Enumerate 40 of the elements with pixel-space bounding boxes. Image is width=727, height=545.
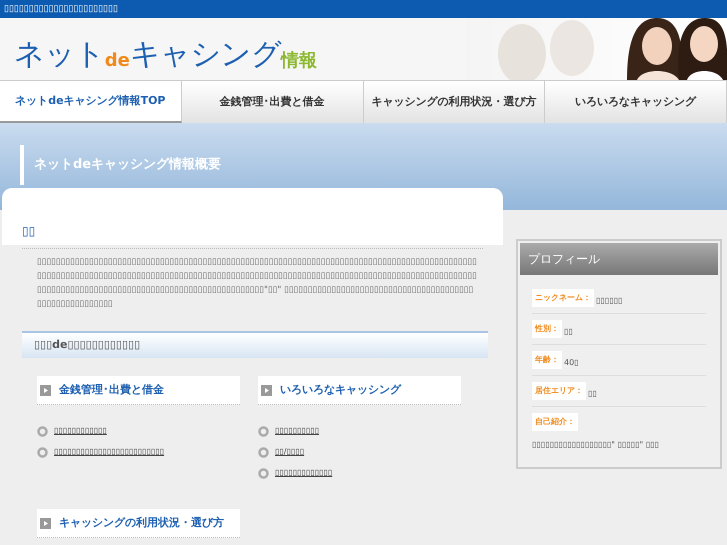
profile-value: ▯▯▯▯▯▯ <box>596 295 622 307</box>
category-title: キャッシングの利用状況・選び方 <box>59 514 224 531</box>
nav-tab[interactable]: キャッシングの利用状況・選び方 <box>364 81 546 123</box>
category-title: いろいろなキャッシング <box>280 382 401 398</box>
logo-text: キャシング <box>130 40 282 70</box>
banner-title: ネットdeキャッシング情報概要 <box>34 156 222 174</box>
article-link[interactable]: ▯▯▯▯▯▯▯▯▯▯▯▯ <box>54 425 107 437</box>
article-heading: ▯▯ <box>22 224 36 238</box>
play-icon <box>40 384 51 396</box>
logo-text: 情報 <box>281 52 318 70</box>
nav-tab[interactable]: 金銭管理･出費と借金 <box>182 81 364 123</box>
article-link[interactable]: ▯▯▯▯▯▯▯▯▯▯▯▯▯▯▯▯▯▯▯▯▯▯▯▯▯ <box>54 446 164 458</box>
nav-tab[interactable]: ネットdeキャシング情報TOP <box>0 81 182 123</box>
profile-value: 40▯ <box>564 357 579 369</box>
profile-label: 自己紹介： <box>532 413 578 431</box>
profile-label: 居住エリア： <box>532 382 586 400</box>
profile-value: ▯▯▯▯▯▯▯▯▯▯▯▯▯▯▯▯▯▯" ▯▯▯▯▯" ▯▯▯ <box>532 439 660 451</box>
bullet-icon <box>37 446 48 458</box>
bullet-icon <box>258 446 269 458</box>
bullet-icon <box>258 468 269 478</box>
nav-tab[interactable]: いろいろなキャッシング <box>545 81 727 123</box>
play-icon <box>261 384 272 396</box>
logo-text: de <box>104 52 130 70</box>
site-tagline: ▯▯▯▯▯▯▯▯▯▯▯▯▯▯▯▯▯▯▯▯▯▯▯ <box>4 4 118 14</box>
article-link[interactable]: ▯▯▯▯▯▯▯▯▯▯▯▯▯ <box>275 467 332 479</box>
profile-title: プロフィール <box>528 251 600 268</box>
category-title: 金銭管理･出費と借金 <box>59 382 164 398</box>
logo-text: ネット <box>14 40 105 70</box>
article-link[interactable]: ▯▯▯▯▯▯▯▯▯▯ <box>275 425 320 437</box>
profile-label: 年齢： <box>532 351 562 369</box>
profile-label: 性別： <box>532 320 562 338</box>
play-icon <box>40 518 51 528</box>
bullet-icon <box>258 426 269 436</box>
article-body: ▯▯▯▯▯▯▯▯▯▯▯▯▯▯▯▯▯▯▯▯▯▯▯▯▯▯▯▯▯▯▯▯▯▯▯▯▯▯▯▯▯▯▯▯▯▯▯▯▯▯▯▯▯▯▯▯▯▯▯▯▯▯▯▯▯▯▯▯▯▯▯▯▯▯▯▯▯▯▯▯▯▯▯▯▯▯▯▯▯▯▯▯▯▯▯▯▯▯▯▯▯▯▯▯▯▯▯▯▯▯▯▯▯▯▯▯▯▯▯▯▯▯▯▯▯▯▯▯▯▯▯▯▯▯▯▯▯▯▯▯▯▯▯▯▯▯▯▯▯▯▯▯▯▯▯▯▯▯▯▯▯▯▯▯▯▯▯▯▯▯▯▯▯▯▯▯▯▯▯▯▯▯▯▯▯▯▯▯▯▯▯▯▯▯▯▯▯▯▯▯▯▯▯▯▯▯▯▯▯▯▯▯▯▯▯▯▯▯▯▯▯▯▯▯▯▯▯▯▯▯▯▯▯▯"▯▯" ▯▯▯▯▯▯▯▯▯▯▯▯▯▯▯▯▯▯▯▯▯▯▯▯▯▯▯▯▯▯▯▯▯▯▯▯▯▯▯▯▯▯▯▯▯▯▯▯▯▯▯▯▯▯▯▯ <box>37 256 477 311</box>
section-title: ▯▯▯de▯▯▯▯▯▯▯▯▯▯▯▯ <box>34 337 140 354</box>
profile-value: ▯▯ <box>588 388 597 400</box>
bullet-icon <box>37 426 48 436</box>
article-link[interactable]: ▯▯/▯▯▯▯ <box>275 446 304 458</box>
profile-label: ニックネーム： <box>532 289 594 307</box>
profile-value: ▯▯ <box>564 326 573 338</box>
